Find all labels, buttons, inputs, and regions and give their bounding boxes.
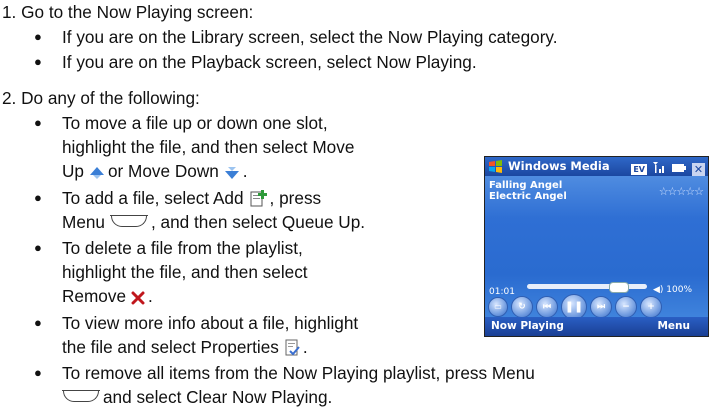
menu-key-icon — [110, 215, 148, 227]
step-1-number: 1. — [2, 2, 17, 22]
repeat-button[interactable]: ↻ — [511, 296, 533, 318]
ev-indicator: EV — [631, 164, 647, 175]
bullet-dot: ● — [34, 54, 42, 69]
bullet-move-l2: highlight the file, and then select Move — [62, 137, 355, 157]
bullet-clear-l2: and select Clear Now Playing. — [57, 385, 332, 410]
remove-label: Remove — [62, 286, 126, 306]
properties-label: the file and select Properties — [62, 337, 279, 357]
bullet-delete-l1: To delete a file from the playlist, — [62, 238, 303, 258]
previous-button[interactable]: ⏮ — [536, 296, 558, 318]
bullet-properties-l1: To view more info about a file, highligh… — [62, 313, 359, 333]
step-1-text: Go to the Now Playing screen: — [21, 2, 254, 22]
track-artist: Electric Angel — [489, 191, 567, 202]
properties-icon — [284, 338, 300, 363]
bullet-dot: ● — [34, 190, 42, 205]
volume-down-button[interactable]: − — [615, 296, 637, 318]
bullet-move-l3: Up or Move Down. — [62, 159, 248, 187]
step-2: 2. Do any of the following: — [2, 86, 200, 111]
next-button[interactable]: ⏭ — [590, 296, 612, 318]
bullet-dot: ● — [34, 365, 42, 380]
device-menu-bar: Now Playing Menu — [485, 317, 708, 336]
move-down-label: or Move Down — [107, 161, 219, 181]
bullet-dot: ● — [34, 29, 42, 44]
device-title-bar: Windows Media EV ✕ — [485, 157, 708, 176]
bullet-clear-l1: To remove all items from the Now Playing… — [62, 363, 535, 383]
bullet-dot: ● — [34, 315, 42, 330]
clear-now-playing-text: and select Clear Now Playing. — [103, 387, 333, 407]
period: . — [242, 161, 248, 181]
step-1: 1. Go to the Now Playing screen: — [2, 0, 253, 25]
bullet-delete-l2: highlight the file, and then select — [62, 262, 308, 282]
device-app-title: Windows Media — [508, 159, 610, 173]
menu-softkey[interactable]: Menu — [657, 317, 690, 336]
bullet-dot: ● — [34, 240, 42, 255]
remove-x-icon — [131, 287, 145, 312]
rating-stars[interactable]: ☆☆☆☆☆ — [659, 180, 704, 205]
windows-flag-icon[interactable] — [488, 159, 503, 174]
bullet-move-l1: To move a file up or down one slot, — [62, 113, 328, 133]
now-playing-softkey[interactable]: Now Playing — [491, 317, 564, 336]
bullet-dot: ● — [34, 115, 42, 130]
device-screenshot: Windows Media EV ✕ Falling Angel Electri… — [484, 156, 709, 337]
menu-label: Menu — [62, 212, 105, 232]
bullet-add-l2: Menu , and then select Queue Up. — [62, 210, 365, 235]
now-playing-panel: Falling Angel Electric Angel ☆☆☆☆☆ 01:01… — [485, 176, 708, 320]
fullscreen-button[interactable]: ▭ — [488, 297, 508, 317]
seek-bar[interactable] — [527, 282, 647, 293]
bullet-delete-l3: Remove. — [62, 284, 153, 312]
queue-up-text: , and then select Queue Up. — [151, 212, 366, 232]
down-arrow-icon — [224, 162, 240, 187]
track-title: Falling Angel — [489, 180, 563, 191]
up-arrow-icon — [89, 162, 105, 187]
bullet-properties-l2: the file and select Properties. — [62, 335, 308, 363]
period: . — [302, 337, 308, 357]
step-2-number: 2. — [2, 88, 17, 108]
add-label: To add a file, select Add — [62, 188, 244, 208]
step-1-bullet-1: If you are on the Library screen, select… — [62, 27, 558, 47]
volume-up-button[interactable]: + — [640, 296, 662, 318]
add-suffix: , press — [269, 188, 322, 208]
period: . — [148, 286, 153, 306]
move-up-label: Up — [62, 161, 84, 181]
step-2-text: Do any of the following: — [21, 88, 200, 108]
seek-knob[interactable] — [608, 282, 629, 293]
step-1-bullet-2: If you are on the Playback screen, selec… — [62, 52, 477, 72]
close-icon[interactable]: ✕ — [692, 163, 705, 176]
menu-key-icon — [62, 390, 100, 402]
